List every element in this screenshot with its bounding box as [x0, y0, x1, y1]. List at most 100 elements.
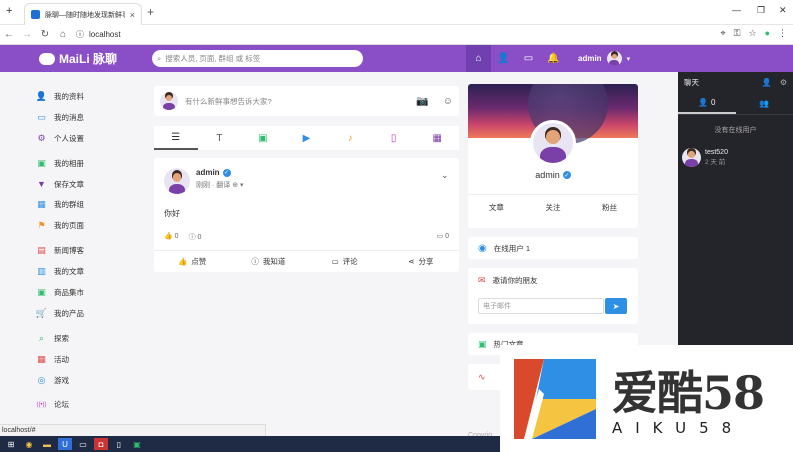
watermark: 爱酷58 AIKU58 — [500, 345, 793, 452]
close-tab-icon[interactable]: × — [130, 10, 135, 20]
music-icon[interactable]: ♪ — [328, 126, 372, 150]
profile-avatar[interactable] — [530, 120, 576, 166]
profile-name[interactable]: admin ✓ — [468, 170, 638, 180]
chat-user-item[interactable]: test520 2 天 前 — [682, 148, 728, 167]
sidebar-item[interactable]: ▦ 活动 — [36, 349, 136, 370]
post-options-icon[interactable]: ⌄ — [441, 170, 449, 181]
search-input[interactable]: ⌕ 搜索人员, 页面, 群组 或 标签 — [152, 50, 363, 67]
reload-icon[interactable]: ↻ — [36, 29, 54, 40]
notifications-icon[interactable]: 🔔 — [541, 45, 566, 72]
minimize-icon[interactable]: — — [732, 5, 741, 15]
globe-icon[interactable]: ⊕ ▾ — [232, 182, 243, 189]
post-actions: 👍 点赞 ⓘ 我知道 ▭ 评论 ⋖ 分享 — [154, 250, 459, 272]
add-user-icon[interactable]: 👤 — [762, 78, 772, 87]
profile-followers-link[interactable]: 粉丝 — [581, 195, 638, 220]
sidebar-item[interactable]: ⌕ 探索 — [36, 328, 136, 349]
sidebar-item[interactable]: ▦ 我的群组 — [36, 194, 136, 215]
chrome-icon[interactable]: ◉ — [22, 438, 36, 450]
avatar[interactable] — [164, 168, 190, 194]
post-meta: 刚刚 · 翻译 ⊕ ▾ — [196, 180, 244, 190]
app-window-icon[interactable]: ▭ — [76, 438, 90, 450]
send-invite-button[interactable]: ➤ — [605, 298, 627, 314]
map-icon[interactable]: ▦ — [415, 126, 459, 150]
tab-actions-icon[interactable]: + — [6, 5, 12, 17]
avatar — [606, 51, 622, 66]
profile-posts-link[interactable]: 文章 — [468, 195, 525, 220]
chat-settings-icon[interactable]: ⚙ — [780, 78, 787, 87]
camera-icon[interactable]: 📷 — [416, 96, 428, 107]
sidebar-item[interactable]: ◎ 游戏 — [36, 370, 136, 391]
app-green-icon[interactable]: ▣ — [130, 438, 144, 450]
image-icon[interactable]: ▣ — [241, 126, 285, 150]
sidebar-item[interactable]: ▣ 我的相册 — [36, 153, 136, 174]
list-icon[interactable]: ☰ — [154, 126, 198, 150]
forward-icon[interactable]: → — [18, 29, 36, 40]
profile-following-link[interactable]: 关注 — [525, 195, 582, 220]
news-icon: ▤ — [37, 245, 46, 256]
sidebar-item[interactable]: ⚙ 个人设置 — [36, 128, 136, 149]
post-composer[interactable]: 有什么新鲜事想告诉大家? 📷 ☺ — [154, 86, 459, 116]
star-icon[interactable]: ☆ — [748, 28, 756, 39]
activity-icon: ∿ — [478, 371, 486, 382]
wonder-button[interactable]: ⓘ 我知道 — [230, 251, 306, 272]
invite-card: ✉ 邀请你的朋友 电子邮件 ➤ — [468, 268, 638, 324]
app-red-icon[interactable]: ◘ — [94, 438, 108, 450]
chat-empty-text: 没有在线用户 — [714, 127, 757, 134]
sidebar-item[interactable]: ▣ 商品集市 — [36, 282, 136, 303]
sidebar-item[interactable]: 👤 我的资料 — [36, 86, 136, 107]
like-count[interactable]: 👍 0 — [164, 232, 179, 242]
folder-icon[interactable]: ▬ — [40, 438, 54, 450]
wonder-count[interactable]: ⓘ 0 — [189, 232, 202, 242]
avatar — [682, 148, 701, 167]
menu-icon[interactable]: ⋮ — [778, 28, 787, 39]
windows-start-icon[interactable]: ⊞ — [4, 438, 18, 450]
browser-tab[interactable]: 脉聊—随时随地发现新鲜事 × — [24, 3, 142, 25]
sidebar-item[interactable]: ▤ 新闻博客 — [36, 240, 136, 261]
sidebar-item[interactable]: ▭ 我的消息 — [36, 107, 136, 128]
home-icon[interactable]: ⌂ — [54, 29, 72, 40]
comment-button[interactable]: ▭ 评论 — [307, 251, 383, 272]
app-file-icon[interactable]: ▯ — [112, 438, 126, 450]
add-friend-icon[interactable]: 👤 — [491, 45, 516, 72]
share-button[interactable]: ⋖ 分享 — [383, 251, 459, 272]
url-field[interactable]: ⓘ localhost — [76, 29, 121, 40]
game-icon: ◎ — [37, 374, 46, 385]
sidebar-item[interactable]: 🛒 我的产品 — [36, 303, 136, 324]
address-bar: ← → ↻ ⌂ ⓘ localhost ⌖ ⚿ ☆ ● ⋮ — [0, 25, 793, 45]
sidebar-item[interactable]: ((•)) 论坛 — [36, 394, 136, 415]
close-window-icon[interactable]: ✕ — [779, 5, 787, 16]
like-button[interactable]: 👍 点赞 — [154, 251, 230, 272]
user-menu[interactable]: admin ▾ — [578, 51, 630, 66]
app-u-icon[interactable]: U — [58, 438, 72, 450]
emoji-icon[interactable]: ☺ — [443, 96, 453, 107]
broadcast-icon: ((•)) — [36, 401, 47, 408]
cart-icon: 🛒 — [35, 307, 48, 318]
author-name[interactable]: admin — [196, 168, 220, 177]
like-icon: 👍 — [177, 257, 188, 266]
sidebar-item-label: 我的群组 — [54, 200, 84, 210]
url-text: localhost — [89, 30, 121, 39]
tab-online-users[interactable]: 👤 0 — [678, 93, 736, 114]
sidebar-item[interactable]: ▥ 我的文章 — [36, 261, 136, 282]
sidebar-item[interactable]: ⚑ 我的页面 — [36, 215, 136, 236]
video-icon[interactable]: ▶ — [285, 126, 329, 150]
comment-count[interactable]: ▭ 0 — [437, 232, 449, 242]
key-icon[interactable]: ⚿ — [734, 28, 741, 39]
post-author: admin ✓ 刚刚 · 翻译 ⊕ ▾ — [164, 168, 244, 194]
back-icon[interactable]: ← — [0, 29, 18, 40]
app-logo[interactable]: MaiLi 脉聊 — [39, 50, 117, 67]
online-users-card[interactable]: ◉ 在线用户 1 — [468, 237, 638, 259]
tab-groups[interactable]: 👥 — [736, 93, 793, 114]
sidebar-item[interactable]: ▼ 保存文章 — [36, 174, 136, 195]
home-nav-icon[interactable]: ⌂ — [466, 45, 491, 72]
new-tab-button[interactable]: + — [147, 5, 154, 19]
extension-icon[interactable]: ● — [765, 28, 770, 39]
messages-icon[interactable]: ▭ — [516, 45, 541, 72]
file-icon[interactable]: ▯ — [372, 126, 416, 150]
invite-email-input[interactable]: 电子邮件 — [478, 298, 604, 314]
gear-icon: ⚙ — [37, 132, 46, 143]
location-icon[interactable]: ⌖ — [721, 28, 726, 39]
text-icon[interactable]: T — [198, 126, 242, 150]
maximize-icon[interactable]: ❐ — [757, 5, 765, 16]
post-text: 你好 — [164, 209, 180, 218]
